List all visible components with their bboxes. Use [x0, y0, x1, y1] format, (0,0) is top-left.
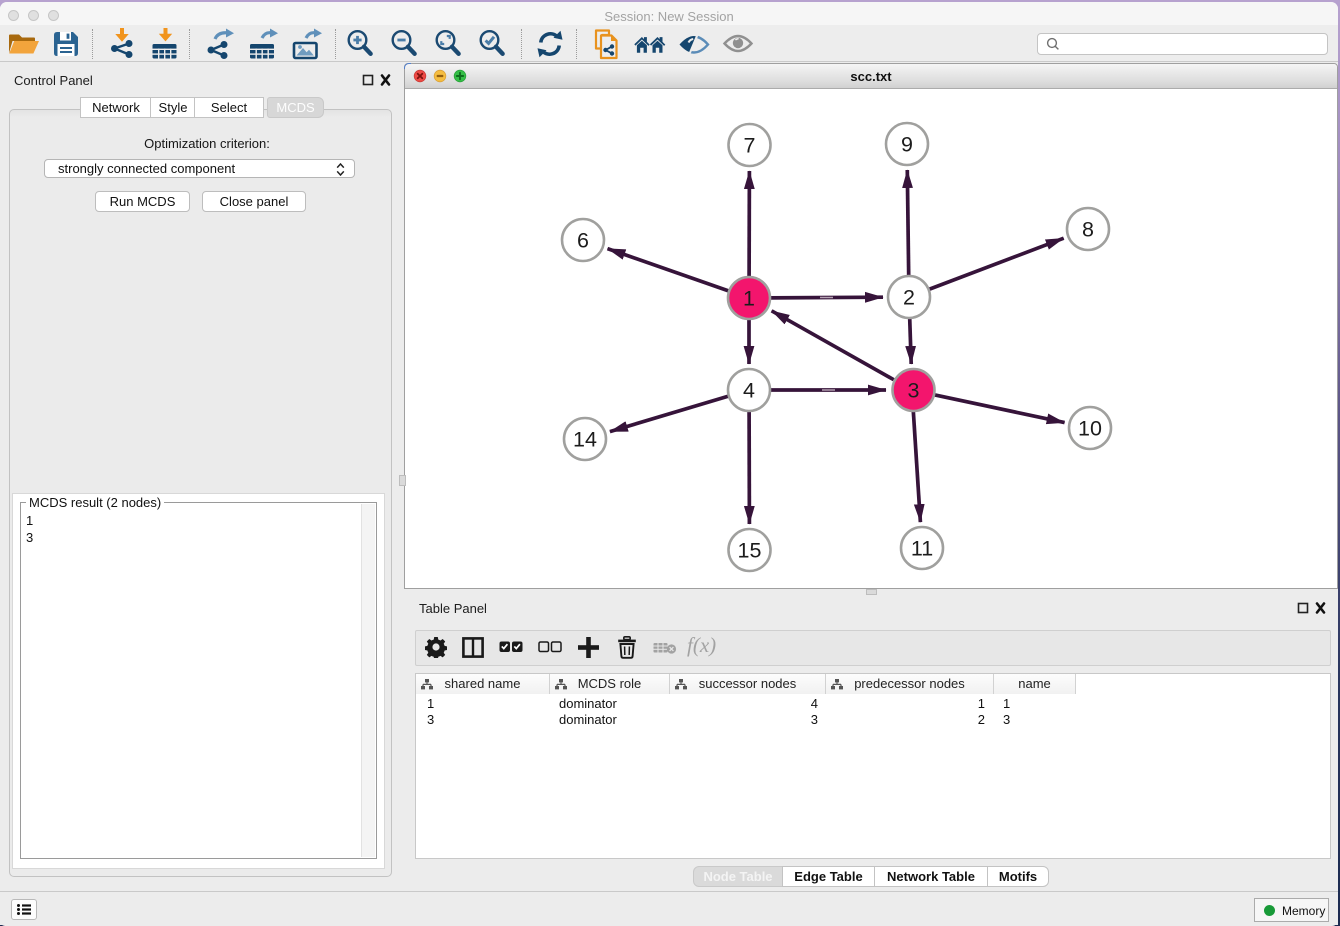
svg-text:2: 2 — [903, 286, 915, 310]
svg-text:7: 7 — [744, 134, 756, 158]
svg-text:3: 3 — [908, 379, 920, 403]
svg-text:11: 11 — [911, 537, 933, 561]
svg-text:15: 15 — [738, 539, 762, 563]
svg-text:8: 8 — [1082, 218, 1094, 242]
svg-text:1: 1 — [743, 287, 755, 311]
svg-text:6: 6 — [577, 229, 589, 253]
svg-text:9: 9 — [901, 133, 913, 157]
svg-text:4: 4 — [743, 379, 755, 403]
svg-text:10: 10 — [1078, 417, 1102, 441]
svg-text:14: 14 — [573, 428, 597, 452]
